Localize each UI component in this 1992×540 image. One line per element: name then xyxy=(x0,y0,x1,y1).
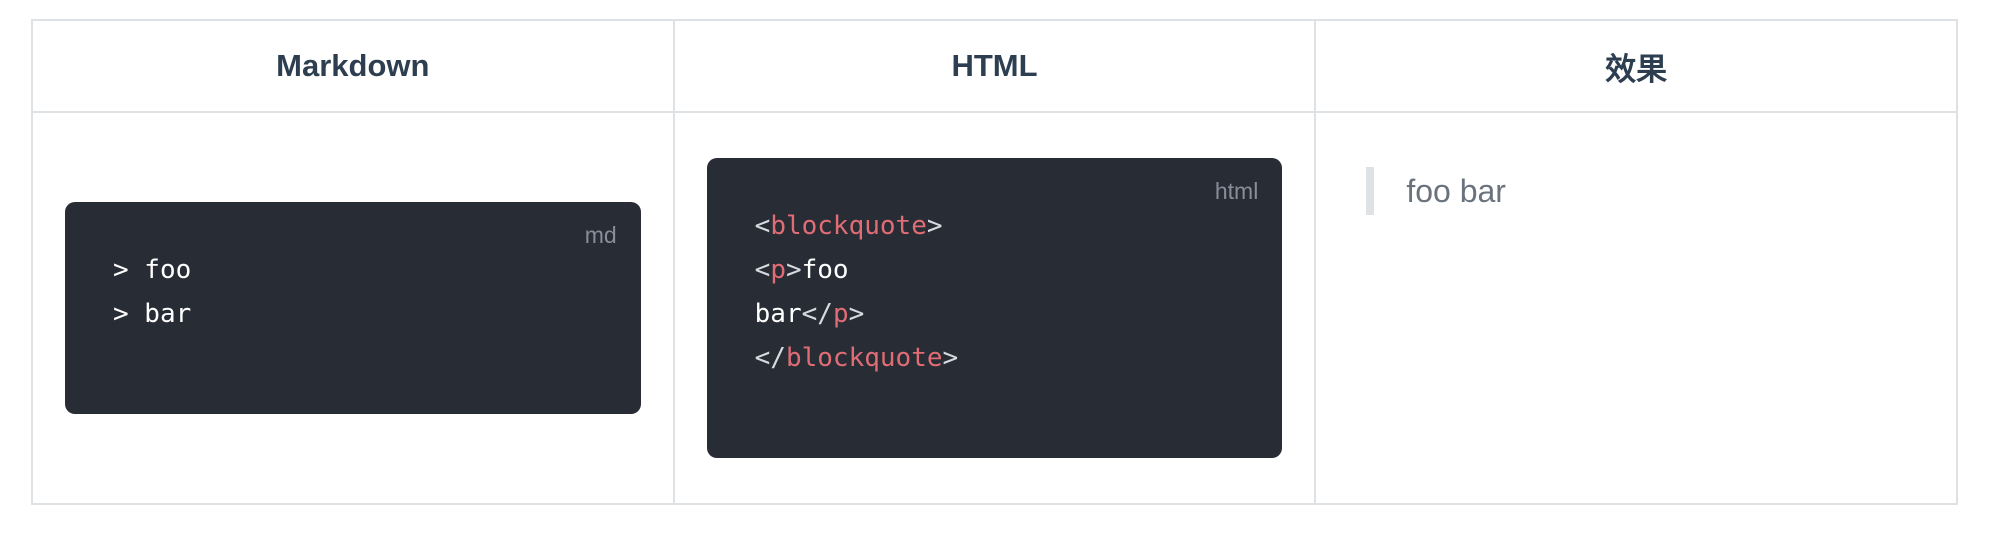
code-tag: p xyxy=(770,255,786,285)
syntax-comparison-table: Markdown HTML 效果 md > foo > bar html <bl… xyxy=(31,19,1958,505)
code-punct: > xyxy=(848,299,865,329)
markdown-code: > foo > bar xyxy=(65,202,641,336)
column-header-markdown: Markdown xyxy=(31,19,675,113)
code-language-label: html xyxy=(1214,178,1259,204)
column-header-effect: 效果 xyxy=(1314,19,1958,113)
code-punct: < xyxy=(754,255,771,285)
code-language-label: md xyxy=(584,222,617,248)
code-text: foo xyxy=(801,255,849,285)
code-line: > foo xyxy=(113,255,192,285)
effect-cell: foo bar xyxy=(1314,111,1958,505)
code-punct: > xyxy=(785,255,802,285)
code-punct: </ xyxy=(801,299,833,329)
html-cell: html <blockquote> <p>foo bar</p> </block… xyxy=(672,111,1317,505)
code-tag: blockquote xyxy=(785,343,943,373)
code-punct: </ xyxy=(754,343,786,373)
table-row: md > foo > bar html <blockquote> <p>foo … xyxy=(31,111,1958,505)
code-text: bar xyxy=(754,299,802,329)
blockquote-text: foo bar xyxy=(1406,173,1506,209)
html-code-block[interactable]: html <blockquote> <p>foo bar</p> </block… xyxy=(706,158,1283,458)
code-punct: > xyxy=(926,211,943,241)
rendered-blockquote: foo bar xyxy=(1366,167,1956,215)
code-line: > bar xyxy=(113,299,192,329)
markdown-code-block[interactable]: md > foo > bar xyxy=(65,202,641,414)
code-tag: p xyxy=(832,299,849,329)
table-header-row: Markdown HTML 效果 xyxy=(31,19,1958,113)
markdown-cell: md > foo > bar xyxy=(31,111,675,505)
column-header-html: HTML xyxy=(672,19,1317,113)
code-tag: blockquote xyxy=(770,211,927,241)
html-code: <blockquote> <p>foo bar</p> </blockquote… xyxy=(707,158,1283,380)
code-punct: > xyxy=(942,343,959,373)
code-punct: < xyxy=(754,211,771,241)
